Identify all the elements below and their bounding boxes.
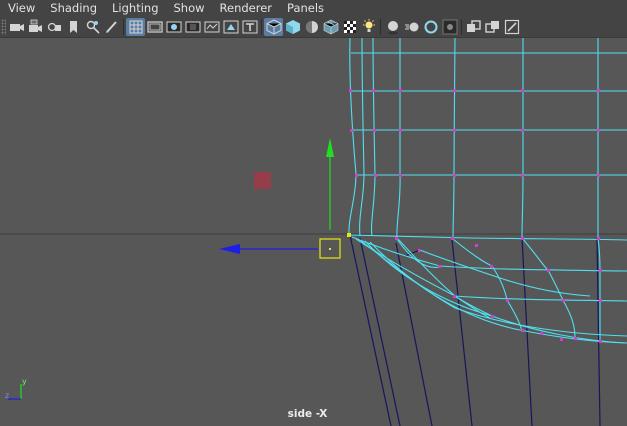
manip-z-arrowhead[interactable]: [219, 244, 240, 254]
pan-zoom-button[interactable]: [83, 18, 102, 36]
isolate-select-icon: [466, 19, 481, 32]
gate-mask-button[interactable]: [183, 18, 202, 36]
camera-attributes-button[interactable]: [26, 18, 45, 36]
selected-vertex[interactable]: [347, 233, 351, 237]
toolbar-separator: [380, 18, 381, 35]
safe-action-icon: [223, 20, 238, 33]
menu-panels[interactable]: Panels: [279, 0, 331, 16]
manip-y-arrowhead[interactable]: [326, 138, 334, 157]
toolbar-separator: [461, 18, 462, 35]
default-material-icon: [305, 20, 318, 33]
toolbar-grip[interactable]: [1, 18, 6, 35]
grease-pencil-icon: [105, 20, 117, 33]
anti-aliasing-button[interactable]: [421, 18, 440, 36]
bookmark-camera-button[interactable]: [45, 18, 64, 36]
safe-title-button[interactable]: [240, 18, 259, 36]
safe-title-icon: [242, 20, 257, 33]
field-chart-button[interactable]: [202, 18, 221, 36]
use-all-lights-button[interactable]: [340, 18, 359, 36]
textured-icon: [323, 19, 338, 34]
pan-zoom-icon: [86, 20, 100, 34]
use-all-lights-icon: [343, 20, 356, 33]
scene-canvas[interactable]: y z: [0, 38, 627, 426]
smooth-shade-button[interactable]: [283, 18, 302, 36]
depth-of-field-button[interactable]: [440, 18, 459, 36]
viewport-side[interactable]: y z side -X: [0, 38, 627, 426]
toolbar-separator: [123, 18, 124, 35]
camera-button[interactable]: [7, 18, 26, 36]
grid-button[interactable]: [126, 17, 145, 36]
xray-icon: [484, 20, 499, 33]
gate-mask-icon: [185, 21, 200, 32]
panel-toolbar: [0, 16, 627, 38]
depth-of-field-icon: [442, 19, 457, 34]
film-gate-icon: [146, 20, 163, 33]
toolbar-separator: [261, 18, 262, 35]
resolution-gate-button[interactable]: [164, 18, 183, 36]
back-cage-wireframe: [349, 234, 601, 426]
camera-label: side -X: [287, 408, 328, 420]
bookmark-camera-icon: [47, 22, 61, 31]
image-plane-icon: [69, 20, 77, 33]
shadows-button[interactable]: [359, 18, 378, 36]
menu-renderer[interactable]: Renderer: [212, 0, 280, 16]
menu-show[interactable]: Show: [166, 0, 212, 16]
resolution-gate-icon: [166, 21, 181, 32]
wireframe-icon: [266, 18, 281, 35]
smooth-shade-icon: [285, 19, 300, 34]
menu-shading[interactable]: Shading: [42, 0, 104, 16]
bowl-wireframe: [351, 236, 627, 344]
film-gate-button[interactable]: [145, 18, 164, 36]
default-material-button[interactable]: [302, 18, 321, 36]
move-manipulator[interactable]: [219, 138, 341, 259]
isolate-select-button[interactable]: [464, 18, 483, 36]
xray-joints-icon: [504, 19, 519, 34]
motion-blur-button[interactable]: [402, 18, 421, 36]
screen-space-ao-button[interactable]: [383, 18, 402, 36]
axis-indicator: y z: [5, 377, 27, 400]
axis-y-label: y: [22, 377, 27, 386]
mesh-vertices: [349, 89, 602, 343]
shadows-icon: [362, 18, 375, 32]
manip-center-handle[interactable]: [254, 172, 271, 189]
image-plane-button[interactable]: [64, 18, 83, 36]
camera-attributes-icon: [28, 19, 42, 32]
mesh-wireframe: [348, 38, 627, 241]
menu-view[interactable]: View: [0, 0, 42, 16]
manip-pivot-dot: [329, 248, 331, 250]
textured-button[interactable]: [321, 18, 340, 36]
wireframe-button[interactable]: [264, 17, 283, 36]
safe-action-button[interactable]: [221, 18, 240, 36]
menu-lighting[interactable]: Lighting: [104, 0, 165, 16]
field-chart-icon: [204, 21, 219, 32]
menu-bar: View Shading Lighting Show Renderer Panels: [0, 0, 627, 16]
anti-aliasing-icon: [424, 20, 437, 33]
axis-z-label: z: [5, 391, 9, 400]
screen-space-ao-icon: [387, 20, 398, 34]
motion-blur-icon: [404, 22, 418, 31]
grease-pencil-button[interactable]: [102, 18, 121, 36]
xray-button[interactable]: [483, 18, 502, 36]
camera-icon: [9, 23, 24, 31]
xray-joints-button[interactable]: [502, 18, 521, 36]
grid-icon: [129, 20, 142, 33]
